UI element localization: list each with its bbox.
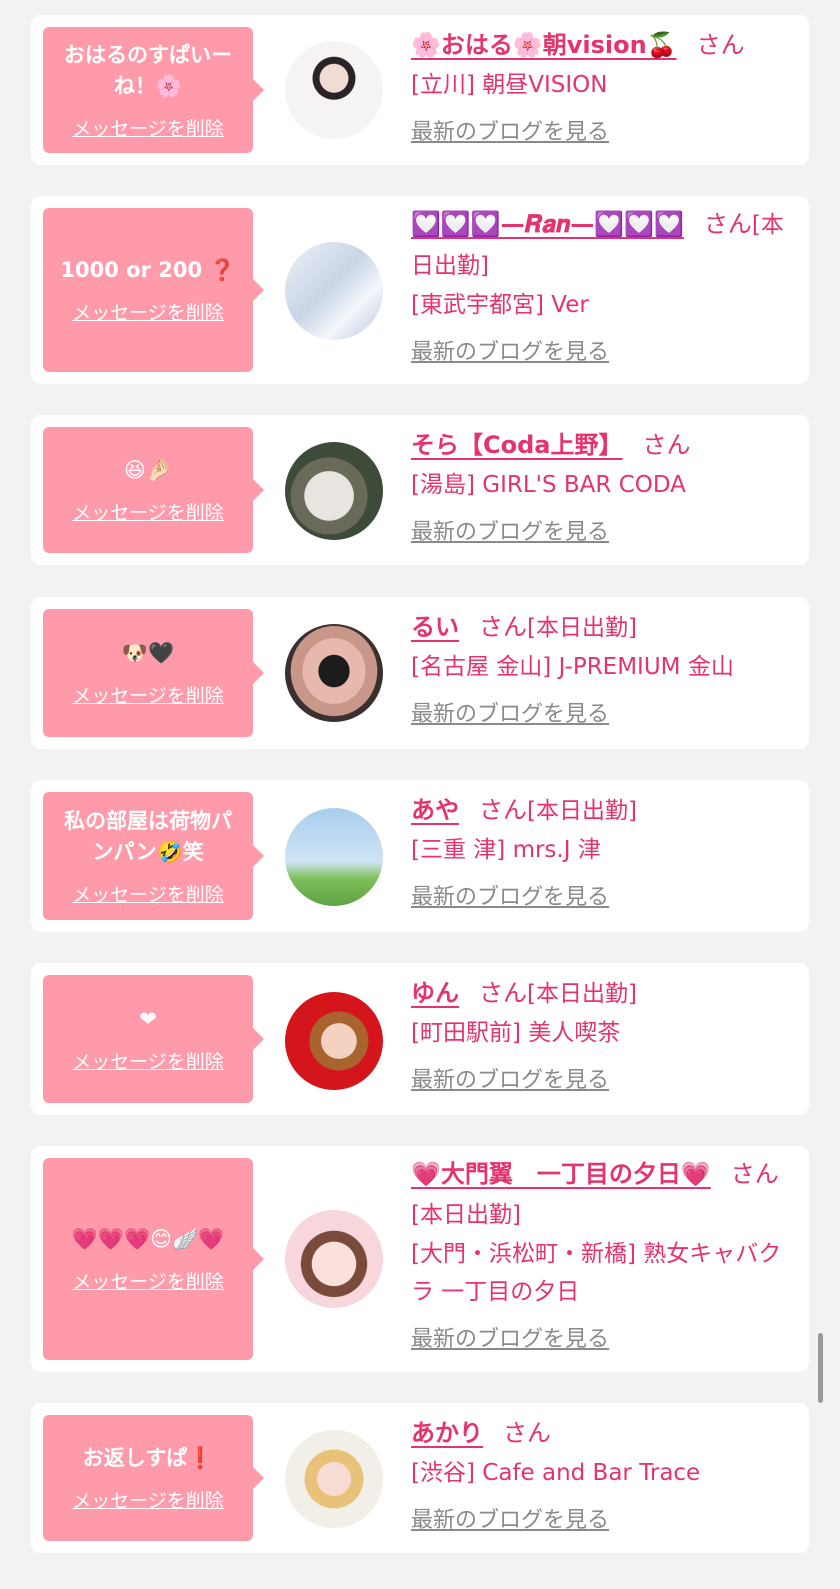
message-card: 1000 or 200 ❓ メッセージを削除 💟💟💟—𝑹𝒂𝒏—💟💟💟 さん[本日出… — [31, 196, 809, 384]
profile-name-link[interactable]: 💗大門翼 一丁目の夕日💗 — [411, 1160, 711, 1188]
message-text: 私の部屋は荷物パ ンパン🤣笑 — [64, 808, 232, 864]
message-bubble: 😆🤌🏻 メッセージを削除 — [43, 427, 264, 553]
honorific: さん — [696, 31, 745, 59]
shop-name: [大門・浜松町・新橋] 熟女キャバクラ 一丁目の夕日 — [411, 1241, 782, 1305]
message-text: お返しすぱ❗️ — [82, 1446, 214, 1470]
message-card: 🐶🖤 メッセージを削除 るい さん[本日出勤] [名古屋 金山] J-PREMIU… — [31, 597, 809, 749]
shop-name: [湯島] GIRL'S BAR CODA — [411, 472, 686, 498]
message-bubble: 💗💗💗😊🪽💗 メッセージを削除 — [43, 1158, 264, 1360]
latest-blog-link[interactable]: 最新のブログを見る — [411, 334, 609, 366]
message-card: 私の部屋は荷物パ ンパン🤣笑 メッセージを削除 あや さん[本日出勤] [三重 津… — [31, 780, 809, 932]
message-text: 💗💗💗😊🪽💗 — [71, 1227, 225, 1251]
latest-blog-link[interactable]: 最新のブログを見る — [411, 696, 609, 728]
profile-info: ゆん さん[本日出勤] [町田駅前] 美人喫茶 最新のブログを見る — [411, 973, 793, 1094]
avatar[interactable] — [285, 242, 383, 340]
status-text: [本日出勤] — [411, 1202, 521, 1228]
delete-message-link[interactable]: メッセージを削除 — [72, 498, 224, 525]
avatar[interactable] — [285, 1430, 383, 1528]
profile-name-link[interactable]: あかり — [411, 1419, 483, 1447]
profile-info: あや さん[本日出勤] [三重 津] mrs.J 津 最新のブログを見る — [411, 790, 793, 911]
message-bubble: 私の部屋は荷物パ ンパン🤣笑 メッセージを削除 — [43, 792, 264, 920]
profile-name-link[interactable]: るい — [411, 613, 459, 641]
avatar[interactable] — [285, 624, 383, 722]
profile-info: そら【Coda上野】 さん [湯島] GIRL'S BAR CODA 最新のブログ… — [411, 425, 793, 546]
profile-name-link[interactable]: 🌸おはる🌸朝vision🍒 — [411, 31, 677, 59]
latest-blog-link[interactable]: 最新のブログを見る — [411, 114, 609, 146]
honorific: さん — [503, 1419, 551, 1447]
delete-message-link[interactable]: メッセージを削除 — [72, 1486, 224, 1513]
profile-name-link[interactable]: あや — [411, 796, 459, 824]
shop-name: [三重 津] mrs.J 津 — [411, 837, 601, 863]
message-text: 1000 or 200 ❓ — [60, 258, 236, 282]
status-text: [本日出勤] — [527, 798, 637, 824]
avatar[interactable] — [285, 808, 383, 906]
profile-info: 💟💟💟—𝑹𝒂𝒏—💟💟💟 さん[本日出勤] [東武宇都宮] Ver 最新のブログを見… — [411, 204, 793, 366]
message-card: ❤ メッセージを削除 ゆん さん[本日出勤] [町田駅前] 美人喫茶 最新のブログ… — [31, 963, 809, 1115]
latest-blog-link[interactable]: 最新のブログを見る — [411, 879, 609, 911]
profile-info: 💗大門翼 一丁目の夕日💗 さん [本日出勤] [大門・浜松町・新橋] 熟女キャバクラ… — [411, 1154, 793, 1353]
honorific: さん — [730, 1160, 779, 1188]
message-bubble: 🐶🖤 メッセージを削除 — [43, 609, 264, 737]
honorific: さん — [479, 613, 527, 641]
message-card: 💗💗💗😊🪽💗 メッセージを削除 💗大門翼 一丁目の夕日💗 さん [本日出勤] [大門… — [31, 1146, 809, 1372]
profile-info: 🌸おはる🌸朝vision🍒 さん [立川] 朝昼VISION 最新のブログを見る — [411, 25, 793, 146]
message-text: ❤ — [139, 1007, 157, 1031]
latest-blog-link[interactable]: 最新のブログを見る — [411, 514, 609, 546]
status-text: [本日出勤] — [527, 615, 637, 641]
profile-info: あかり さん [渋谷] Cafe and Bar Trace 最新のブログを見る — [411, 1413, 793, 1534]
delete-message-link[interactable]: メッセージを削除 — [72, 1267, 224, 1294]
avatar[interactable] — [285, 1210, 383, 1308]
honorific: さん — [703, 210, 752, 238]
honorific: さん — [479, 796, 527, 824]
delete-message-link[interactable]: メッセージを削除 — [72, 880, 224, 907]
avatar[interactable] — [285, 41, 383, 139]
latest-blog-link[interactable]: 最新のブログを見る — [411, 1502, 609, 1534]
message-card: 😆🤌🏻 メッセージを削除 そら【Coda上野】 さん [湯島] GIRL'S BA… — [31, 415, 809, 565]
shop-name: [立川] 朝昼VISION — [411, 72, 608, 98]
message-bubble: お返しすぱ❗️ メッセージを削除 — [43, 1415, 264, 1541]
latest-blog-link[interactable]: 最新のブログを見る — [411, 1321, 609, 1353]
delete-message-link[interactable]: メッセージを削除 — [72, 298, 224, 325]
message-text: 🐶🖤 — [121, 641, 175, 665]
avatar[interactable] — [285, 992, 383, 1090]
profile-info: るい さん[本日出勤] [名古屋 金山] J-PREMIUM 金山 最新のブログを… — [411, 607, 793, 728]
shop-name: [町田駅前] 美人喫茶 — [411, 1020, 621, 1046]
profile-name-link[interactable]: ゆん — [411, 979, 459, 1007]
message-card: おはるのすぱいー ね！🌸 メッセージを削除 🌸おはる🌸朝vision🍒 さん [立… — [31, 15, 809, 165]
delete-message-link[interactable]: メッセージを削除 — [72, 681, 224, 708]
shop-name: [名古屋 金山] J-PREMIUM 金山 — [411, 654, 734, 680]
profile-name-link[interactable]: 💟💟💟—𝑹𝒂𝒏—💟💟💟 — [411, 210, 684, 238]
shop-name: [東武宇都宮] Ver — [411, 292, 589, 318]
avatar[interactable] — [285, 442, 383, 540]
message-text: 😆🤌🏻 — [123, 458, 173, 482]
honorific: さん — [642, 431, 691, 459]
message-bubble: おはるのすぱいー ね！🌸 メッセージを削除 — [43, 27, 264, 153]
profile-name-link[interactable]: そら【Coda上野】 — [411, 431, 622, 459]
message-bubble: 1000 or 200 ❓ メッセージを削除 — [43, 208, 264, 372]
status-text: [本日出勤] — [527, 981, 637, 1007]
delete-message-link[interactable]: メッセージを削除 — [72, 1047, 224, 1074]
shop-name: [渋谷] Cafe and Bar Trace — [411, 1460, 701, 1486]
delete-message-link[interactable]: メッセージを削除 — [72, 114, 224, 141]
message-text: おはるのすぱいー ね！🌸 — [64, 42, 232, 98]
latest-blog-link[interactable]: 最新のブログを見る — [411, 1062, 609, 1094]
message-bubble: ❤ メッセージを削除 — [43, 975, 264, 1103]
scrollbar[interactable] — [818, 1333, 823, 1403]
message-card: お返しすぱ❗️ メッセージを削除 あかり さん [渋谷] Cafe and Bar… — [31, 1403, 809, 1553]
honorific: さん — [479, 979, 527, 1007]
